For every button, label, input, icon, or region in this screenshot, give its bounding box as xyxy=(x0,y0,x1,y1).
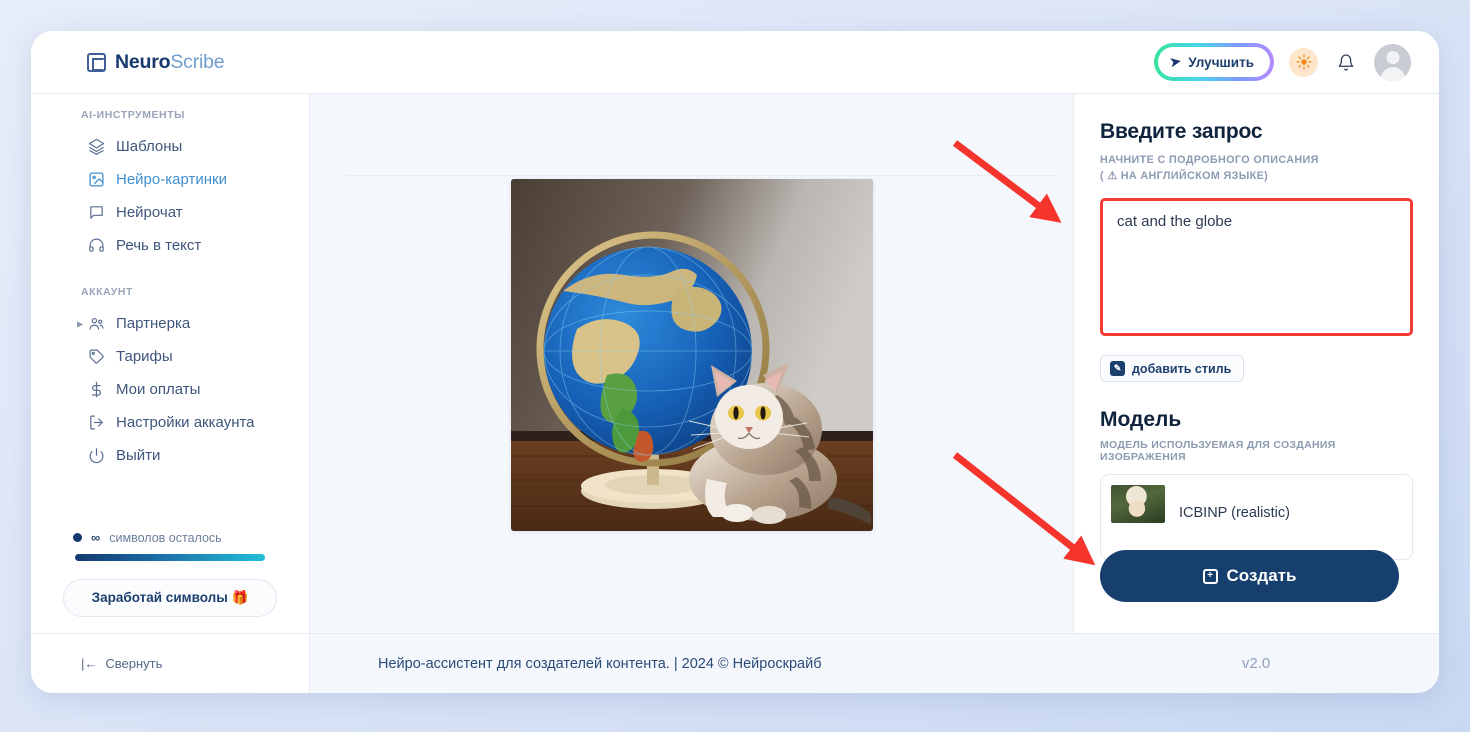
sidebar-item-label: Настройки аккаунта xyxy=(116,414,255,431)
model-card[interactable]: ICBINP (realistic) xyxy=(1100,474,1413,561)
chat-bubble-icon xyxy=(87,204,105,221)
sidebar-item-pricing[interactable]: Тарифы xyxy=(31,340,309,373)
create-button[interactable]: + Создать xyxy=(1100,550,1399,602)
sidebar-item-label: Речь в текст xyxy=(116,237,202,254)
model-name: ICBINP (realistic) xyxy=(1179,505,1290,522)
header-actions: ➤ Улучшить xyxy=(1154,43,1411,81)
credits-row: ∞ символов осталось xyxy=(31,530,309,554)
sidebar-section-tools-label: AI-ИНСТРУМЕНТЫ xyxy=(81,109,185,121)
sidebar-item-label: Нейрочат xyxy=(116,204,183,221)
logout-arrow-icon xyxy=(87,414,105,431)
app-version: v2.0 xyxy=(1241,655,1271,672)
footer-tagline-block: Нейро-ассистент для создателей контента.… xyxy=(310,634,1073,693)
sun-icon xyxy=(1295,54,1312,70)
credits-progress-bar xyxy=(75,554,265,561)
prompt-subtitle-prefix: ( xyxy=(1100,169,1104,182)
plus-square-icon: + xyxy=(1202,568,1218,584)
avatar[interactable] xyxy=(1374,43,1411,81)
layers-icon xyxy=(87,138,105,155)
sidebar-item-label: Шаблоны xyxy=(116,138,183,155)
collapse-label: Свернуть xyxy=(105,656,163,671)
footer-copyright: | 2024 © Нейроскрайб xyxy=(673,655,822,672)
sidebar-item-logout[interactable]: Выйти xyxy=(31,439,309,472)
model-subtitle: МОДЕЛЬ ИСПОЛЬЗУЕМАЯ ДЛЯ СОЗДАНИЯ ИЗОБРАЖ… xyxy=(1100,439,1336,464)
sidebar-item-neuro-images[interactable]: Нейро-картинки xyxy=(31,163,309,196)
rocket-icon: ➤ xyxy=(1169,53,1183,70)
pencil-square-icon: ✎ xyxy=(1110,361,1125,377)
notifications-button[interactable] xyxy=(1333,49,1359,75)
brand-name-bold: Neuro xyxy=(115,50,171,73)
upgrade-button-glow: ➤ Улучшить xyxy=(1154,43,1274,81)
earn-credits-button[interactable]: Заработай символы 🎁 xyxy=(63,579,277,617)
sidebar-section-account-label: АККАУНТ xyxy=(81,286,133,298)
create-button-label: Создать xyxy=(1226,566,1297,585)
footer-tagline: Нейро-ассистент для создателей контента. xyxy=(378,655,670,672)
sidebar-item-label: Мои оплаты xyxy=(116,381,201,398)
main-canvas xyxy=(310,94,1073,633)
users-icon xyxy=(87,315,105,332)
add-style-label: добавить стиль xyxy=(1132,361,1232,376)
prompt-panel: Введите запрос НАЧНИТЕ С ПОДРОБНОГО ОПИС… xyxy=(1073,94,1439,633)
upgrade-button-label: Улучшить xyxy=(1188,54,1254,70)
credits-value: ∞ xyxy=(91,530,101,545)
image-icon xyxy=(87,171,105,188)
prompt-input[interactable] xyxy=(1100,198,1413,337)
sidebar-item-label: Партнерка xyxy=(116,315,191,332)
canvas-divider xyxy=(346,175,1057,176)
brand-name: NeuroScribe xyxy=(115,50,225,74)
app-square-logo-icon xyxy=(87,52,106,72)
credits-dot-icon xyxy=(73,533,82,542)
app-header: NeuroScribe ➤ Улучшить xyxy=(31,31,1439,94)
chevron-right-icon: ▶ xyxy=(77,319,84,328)
sidebar: AI-ИНСТРУМЕНТЫ Шаблоны Нейро-картинки Не… xyxy=(31,94,310,633)
sidebar-item-speech-to-text[interactable]: Речь в текст xyxy=(31,229,309,262)
brand-name-light: Scribe xyxy=(170,50,225,73)
app-footer: |← Свернуть Нейро-ассистент для создател… xyxy=(31,633,1439,693)
credits-label: символов осталось xyxy=(109,530,222,545)
sidebar-item-label: Нейро-картинки xyxy=(116,171,227,188)
brand-logo[interactable]: NeuroScribe xyxy=(87,50,225,74)
theme-toggle-button[interactable] xyxy=(1289,47,1318,77)
app-body: AI-ИНСТРУМЕНТЫ Шаблоны Нейро-картинки Не… xyxy=(31,94,1439,633)
warning-triangle-icon: ⚠ xyxy=(1107,169,1118,182)
prompt-title: Введите запрос xyxy=(1100,120,1263,143)
add-style-button[interactable]: ✎ добавить стиль xyxy=(1100,355,1245,383)
tag-icon xyxy=(87,348,105,365)
collapse-sidebar-button[interactable]: |← Свернуть xyxy=(31,634,310,693)
sidebar-item-neuro-chat[interactable]: Нейрочат xyxy=(31,196,309,229)
model-preview-thumbnail xyxy=(1111,485,1165,524)
app-window: NeuroScribe ➤ Улучшить AI-ИНСТРУМЕНТЫ Ша… xyxy=(31,31,1439,693)
model-title: Модель xyxy=(1100,408,1182,432)
headphones-icon xyxy=(87,237,105,254)
sidebar-item-account-settings[interactable]: Настройки аккаунта xyxy=(31,406,309,439)
prompt-subtitle-line1: НАЧНИТЕ С ПОДРОБНОГО ОПИСАНИЯ xyxy=(1100,154,1319,166)
sidebar-item-my-payments[interactable]: Мои оплаты xyxy=(31,373,309,406)
collapse-left-icon: |← xyxy=(81,656,98,671)
cat-and-globe-illustration xyxy=(510,178,873,531)
sidebar-item-label: Выйти xyxy=(116,447,161,464)
prompt-subtitle-line2: НА АНГЛИЙСКОМ ЯЗЫКЕ) xyxy=(1120,169,1269,182)
sidebar-credits-block: ∞ символов осталось Заработай символы 🎁 xyxy=(31,530,309,633)
dollar-icon xyxy=(87,381,105,398)
prompt-subtitle: НАЧНИТЕ С ПОДРОБНОГО ОПИСАНИЯ ( ⚠ НА АНГ… xyxy=(1100,153,1413,184)
sidebar-item-partners[interactable]: ▶ Партнерка xyxy=(31,307,309,340)
upgrade-button[interactable]: ➤ Улучшить xyxy=(1158,47,1270,77)
generated-image[interactable] xyxy=(510,178,873,531)
power-icon xyxy=(87,447,105,464)
bell-icon xyxy=(1338,53,1354,71)
sidebar-item-label: Тарифы xyxy=(116,348,173,365)
sidebar-item-templates[interactable]: Шаблоны xyxy=(31,130,309,163)
